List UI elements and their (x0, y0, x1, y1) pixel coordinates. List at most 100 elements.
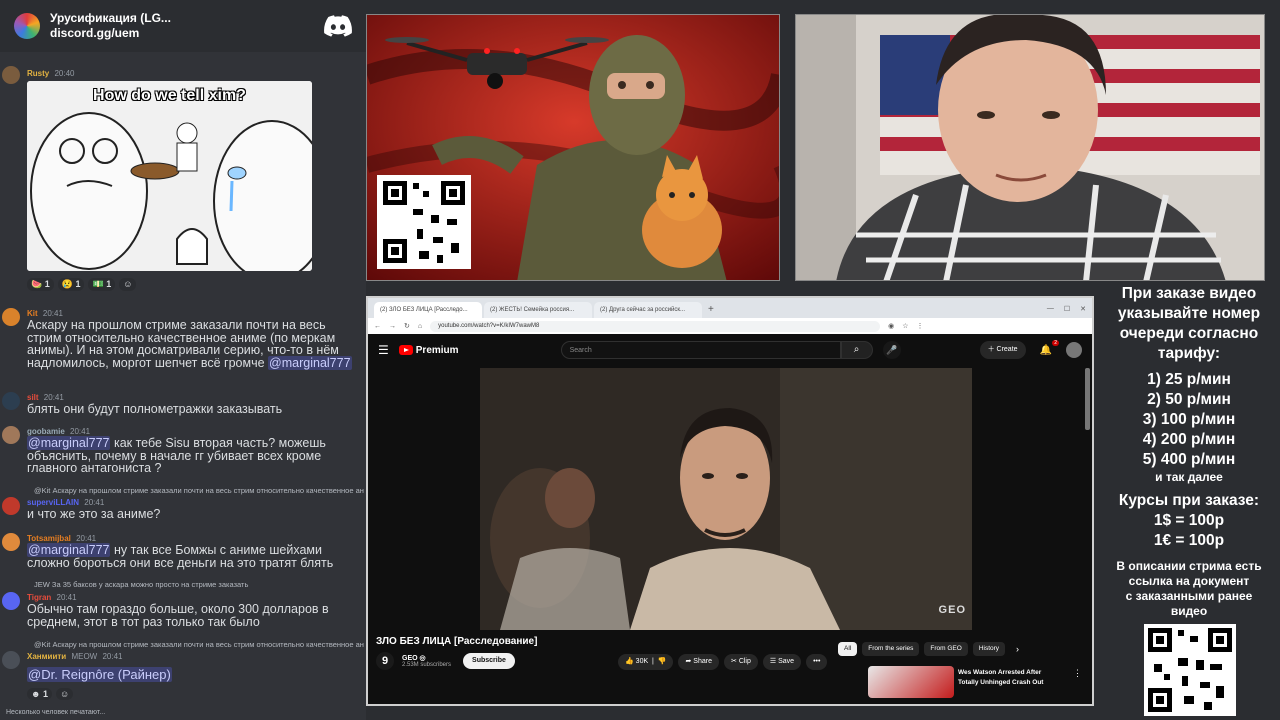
star-icon[interactable]: ☆ (902, 322, 908, 330)
chip-from-series[interactable]: From the series (862, 642, 920, 656)
order-info-panel: При заказе видео указывайте номер очеред… (1098, 284, 1280, 720)
notifications-bell-icon[interactable]: 🔔 2 (1040, 339, 1059, 356)
avatar[interactable] (2, 533, 20, 551)
video-actions: 👍 30K | 👎 ➦ Share ✂ Clip ☰ Save ••• (618, 654, 828, 670)
url-field[interactable]: youtube.com/watch?v=K/kIW7wawM8 (430, 320, 881, 332)
reply-preview[interactable]: JEW За 35 баксов у аскара можно просто н… (34, 580, 364, 589)
channel-row: 9 GEO ◎ 2.53M subscribers Subscribe (376, 652, 515, 670)
more-vert-icon[interactable]: ⋮ (1073, 668, 1082, 679)
add-reaction-icon[interactable]: ☺ (56, 688, 74, 700)
tariff-line: 4) 200 р/мин (1142, 431, 1236, 448)
qr-code-icon (1144, 624, 1236, 716)
rates-title: Курсы при заказе: (1118, 492, 1260, 509)
reaction-watermelon[interactable]: 🍉 1 (27, 278, 54, 291)
channel-name[interactable]: GEO ◎ (402, 654, 451, 662)
add-reaction-icon[interactable]: ☺ (119, 278, 137, 291)
meme-image[interactable]: How do we tell xim? (27, 81, 312, 271)
browser-tab[interactable]: (2) Дрyга сейчас за российск... (594, 302, 702, 318)
hamburger-menu-icon[interactable]: ☰ (378, 343, 389, 357)
bookmark-icon: ☰ (769, 658, 777, 665)
message-author[interactable]: Tigran (27, 593, 51, 602)
message-text: и что же это за аниме? (27, 507, 161, 521)
avatar[interactable] (2, 651, 20, 669)
extension-icon[interactable]: ◉ (888, 322, 894, 330)
reaction-money[interactable]: 💵 1 (88, 278, 116, 291)
message-text: Аскару на прошлом стриме заказали почти … (27, 318, 352, 370)
reply-preview[interactable]: @Kit Аскару на прошлом стриме заказали п… (34, 486, 364, 495)
message-author[interactable]: goobamie (27, 427, 65, 436)
youtube-logo-text: Premium (415, 344, 459, 356)
message-author[interactable]: superviLLAIN (27, 498, 79, 507)
reply-preview[interactable]: @Kit Аскару на прошлом стриме заказали п… (34, 640, 364, 649)
verified-icon: ◎ (419, 655, 426, 662)
channel-avatar[interactable]: 9 (376, 652, 394, 670)
recommendation-chips: All From the series From GEO History › (838, 642, 1019, 656)
video-player[interactable]: GEO (480, 368, 972, 630)
browser-tab[interactable]: (2) ЖЕСТЬ! Семейка россия... (484, 302, 592, 318)
subscribe-button[interactable]: Subscribe (463, 653, 515, 669)
message-tag: MEOW (71, 652, 98, 661)
recommended-title[interactable]: Wes Watson Arrested After Totally Unhing… (958, 668, 1058, 688)
search-input[interactable]: Search (560, 341, 841, 359)
avatar[interactable] (2, 392, 20, 410)
close-icon[interactable]: ✕ (1080, 305, 1086, 313)
message-author[interactable]: Rusty (27, 69, 49, 78)
recommended-video[interactable]: Wes Watson Arrested After Totally Unhing… (868, 666, 1088, 698)
poster-drawing (367, 15, 779, 280)
server-icon (14, 13, 40, 39)
avatar[interactable] (2, 497, 20, 515)
menu-icon[interactable]: ⋮ (917, 322, 924, 330)
avatar[interactable] (2, 66, 20, 84)
avatar[interactable] (2, 426, 20, 444)
message-reactions: ☻ 1 ☺ (27, 688, 74, 700)
message-text: блять они будут полнометражки заказывать (27, 402, 283, 416)
create-button[interactable]: ＋ Create (979, 341, 1026, 359)
forward-icon[interactable]: → (389, 323, 396, 330)
clip-button[interactable]: ✂ Clip (723, 654, 758, 670)
webcam-drawing (796, 15, 1264, 280)
user-mention[interactable]: @marginal777 (268, 355, 352, 370)
thumbs-down-icon[interactable]: 👎 (658, 658, 667, 665)
minimize-icon[interactable]: — (1047, 305, 1054, 313)
chip-from-channel[interactable]: From GEO (924, 642, 968, 656)
browser-tab-bar: (2) ЗЛО БЕЗ ЛИЦА [Расследо... (2) ЖЕСТЬ!… (368, 298, 1092, 318)
microphone-icon[interactable]: 🎤 (882, 341, 901, 359)
recommended-thumbnail[interactable] (868, 666, 954, 698)
chip-all[interactable]: All (838, 642, 858, 656)
tariff-etc: и так далее (1155, 470, 1223, 484)
desc-line: с заказанными ранее (1125, 589, 1253, 603)
rate-usd: 1$ = 100р (1153, 512, 1225, 529)
message-time: 20:41 (102, 652, 123, 661)
like-button[interactable]: 👍 30K | 👎 (618, 654, 674, 670)
meme-caption: How do we tell xim? (93, 87, 246, 104)
message-author[interactable]: Kit (27, 309, 38, 318)
maximize-icon[interactable]: ☐ (1064, 305, 1070, 313)
more-actions-icon[interactable]: ••• (806, 654, 828, 670)
back-icon[interactable]: ← (374, 323, 381, 330)
avatar[interactable] (2, 308, 20, 326)
reload-icon[interactable]: ↻ (404, 322, 410, 330)
save-button[interactable]: ☰ Save (762, 654, 802, 670)
share-button[interactable]: ➦ Share (678, 654, 719, 670)
search-icon[interactable]: ⌕ (840, 341, 873, 359)
message-author[interactable]: silt (27, 393, 39, 402)
account-avatar[interactable] (1066, 342, 1082, 358)
reaction-ghost[interactable]: ☻ 1 (27, 688, 52, 700)
home-icon[interactable]: ⌂ (418, 323, 422, 330)
scissors-icon: ✂ (730, 658, 737, 665)
desc-line: ссылка на документ (1128, 574, 1250, 588)
message-time: 20:41 (76, 534, 97, 543)
message-author[interactable]: Totsamijbal (27, 534, 71, 543)
chevron-right-icon[interactable]: › (1016, 642, 1019, 656)
desc-line: видео (1170, 604, 1208, 618)
tariff-line: 5) 400 р/мин (1142, 451, 1236, 468)
new-tab-icon[interactable]: + (704, 304, 718, 318)
chip-history[interactable]: History (972, 642, 1006, 656)
user-mention[interactable]: @Dr. Reignôre (Райнер) (27, 667, 172, 682)
page-scrollbar[interactable] (1085, 368, 1090, 430)
message-author[interactable]: Ханмиити (27, 652, 66, 661)
avatar[interactable] (2, 592, 20, 610)
browser-tab[interactable]: (2) ЗЛО БЕЗ ЛИЦА [Расследо... (374, 302, 482, 318)
reaction-sad[interactable]: 😢 1 (57, 278, 85, 291)
youtube-logo[interactable]: Premium (398, 344, 459, 356)
